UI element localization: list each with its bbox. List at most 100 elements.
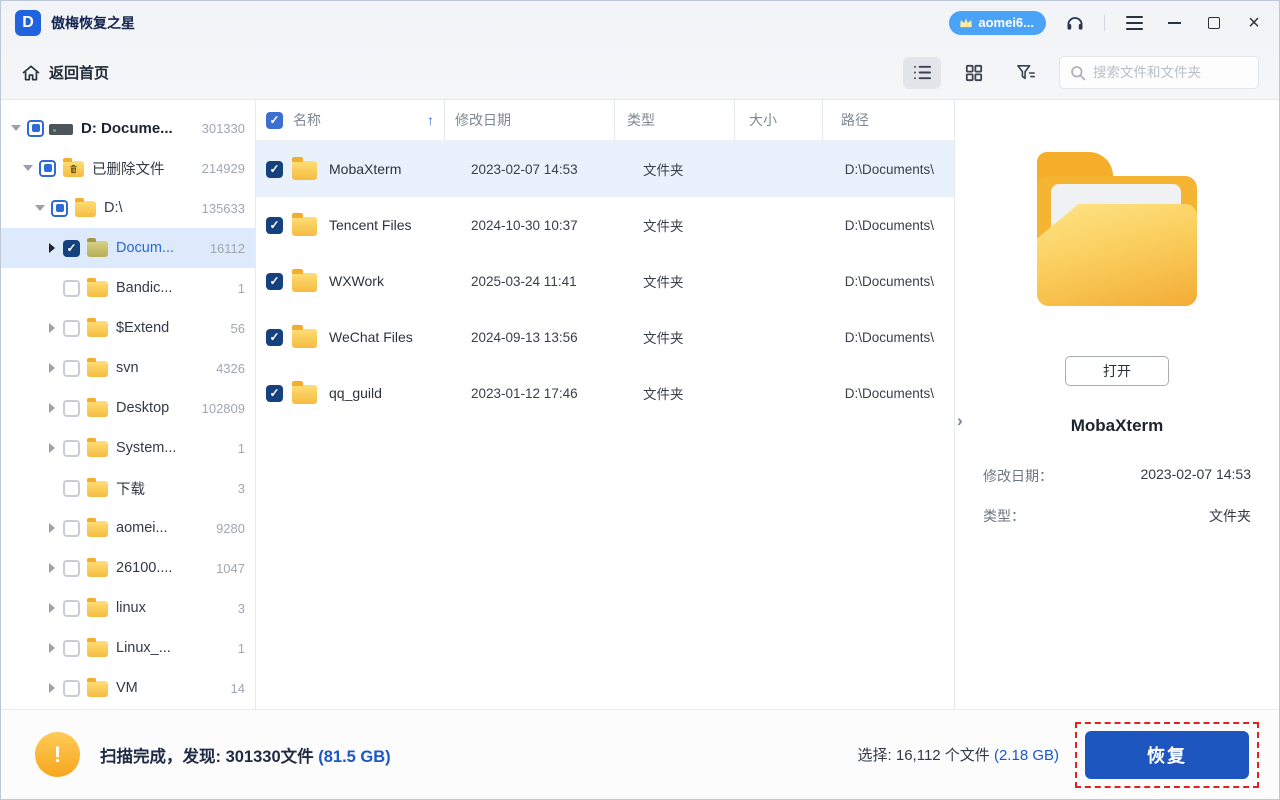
open-button[interactable]: 打开 <box>1065 356 1169 386</box>
grid-view-button[interactable] <box>955 57 993 89</box>
tree-item-count: 9280 <box>216 520 245 536</box>
app-logo-icon: D <box>15 10 41 36</box>
tree-item-linux[interactable]: linux 3 <box>1 588 255 628</box>
user-account-badge[interactable]: aomei6... <box>949 11 1046 35</box>
checkbox-unchecked[interactable] <box>63 599 80 617</box>
checkbox-unchecked[interactable] <box>63 279 80 297</box>
tree-item-deleted-files[interactable]: 已删除文件 214929 <box>1 148 255 188</box>
table-row-tencent-files[interactable]: Tencent Files 2024-10-30 10:37 文件夹 D:\Do… <box>256 197 954 253</box>
column-header-type[interactable]: 类型 <box>614 100 734 140</box>
file-table: 名称 ↑ 修改日期 类型 大小 路径 MobaXterm 2023-02-07 … <box>256 100 954 709</box>
panel-collapse-chevron-icon[interactable]: › <box>957 412 963 429</box>
checkbox-unchecked[interactable] <box>63 399 80 417</box>
expand-arrow-icon[interactable] <box>45 243 59 253</box>
folder-icon <box>292 380 317 404</box>
titlebar: D 傲梅恢复之星 aomei6... × <box>1 1 1279 45</box>
row-checkbox-checked[interactable] <box>266 272 283 290</box>
tree-item-aomei[interactable]: aomei... 9280 <box>1 508 255 548</box>
column-header-name[interactable]: 名称 <box>293 110 321 130</box>
tree-item-bandicam[interactable]: Bandic... 1 <box>1 268 255 308</box>
collapse-arrow-icon[interactable] <box>9 125 23 131</box>
table-row-wechat-files[interactable]: WeChat Files 2024-09-13 13:56 文件夹 D:\Doc… <box>256 309 954 365</box>
app-window: D 傲梅恢复之星 aomei6... × 返回首页 搜索文件和文件夹 D: Do… <box>0 0 1280 800</box>
expand-arrow-icon[interactable] <box>45 443 59 453</box>
row-checkbox-checked[interactable] <box>266 384 283 402</box>
checkbox-unchecked[interactable] <box>63 439 80 457</box>
tree-item-count: 1047 <box>216 560 245 576</box>
expand-arrow-icon[interactable] <box>45 323 59 333</box>
drive-icon <box>49 124 73 135</box>
row-checkbox-checked[interactable] <box>266 328 283 346</box>
tree-item-svn[interactable]: svn 4326 <box>1 348 255 388</box>
column-header-size[interactable]: 大小 <box>734 100 822 140</box>
checkbox-unchecked[interactable] <box>63 519 80 537</box>
collapse-arrow-icon[interactable] <box>21 165 35 171</box>
tree-item-linux-underscore[interactable]: Linux_... 1 <box>1 628 255 668</box>
select-all-checkbox[interactable] <box>266 111 283 129</box>
sort-ascending-icon[interactable]: ↑ <box>427 112 434 128</box>
expand-arrow-icon[interactable] <box>45 523 59 533</box>
tree-item-label: D:\ <box>104 200 123 216</box>
filter-button[interactable] <box>1007 57 1045 89</box>
maximize-button[interactable] <box>1203 12 1225 34</box>
table-row-mobaxterm[interactable]: MobaXterm 2023-02-07 14:53 文件夹 D:\Docume… <box>256 141 954 197</box>
checkbox-unchecked[interactable] <box>63 679 80 697</box>
file-path: D:\Documents\ <box>844 385 934 401</box>
search-box[interactable] <box>1059 56 1259 89</box>
support-headset-icon[interactable] <box>1064 12 1086 34</box>
tree-item-label: System... <box>116 440 177 456</box>
file-name: WeChat Files <box>329 329 413 345</box>
folder-icon <box>87 598 108 617</box>
tree-item-desktop[interactable]: Desktop 102809 <box>1 388 255 428</box>
list-view-button[interactable] <box>903 56 941 89</box>
search-input[interactable] <box>1093 65 1243 80</box>
collapse-arrow-icon[interactable] <box>33 205 47 211</box>
tree-item-extend[interactable]: $Extend 56 <box>1 308 255 348</box>
expand-arrow-icon[interactable] <box>45 363 59 373</box>
checkbox-unchecked[interactable] <box>63 319 80 337</box>
tree-item-documents[interactable]: Docum... 16112 <box>1 228 255 268</box>
checkbox-indeterminate[interactable] <box>27 119 44 137</box>
detail-row-modified-date: 修改日期： 2023-02-07 14:53 <box>983 466 1251 486</box>
file-date: 2024-10-30 10:37 <box>471 217 578 233</box>
tree-item-count: 1 <box>237 280 245 296</box>
expand-arrow-icon[interactable] <box>45 563 59 573</box>
minimize-button[interactable] <box>1163 12 1185 34</box>
tree-item-count: 3 <box>237 600 245 616</box>
expand-arrow-icon[interactable] <box>45 683 59 693</box>
checkbox-checked[interactable] <box>63 239 80 257</box>
checkbox-unchecked[interactable] <box>63 479 80 497</box>
tree-item-vm[interactable]: VM 14 <box>1 668 255 708</box>
close-button[interactable]: × <box>1243 12 1265 34</box>
file-name: Tencent Files <box>329 217 412 233</box>
row-checkbox-checked[interactable] <box>266 216 283 234</box>
back-home-label: 返回首页 <box>49 65 110 82</box>
expand-arrow-icon[interactable] <box>45 603 59 613</box>
checkbox-unchecked[interactable] <box>63 359 80 377</box>
tree-item-count: 102809 <box>201 400 245 416</box>
tree-item-system[interactable]: System... 1 <box>1 428 255 468</box>
expand-arrow-icon[interactable] <box>45 643 59 653</box>
checkbox-indeterminate[interactable] <box>51 199 68 217</box>
checkbox-unchecked[interactable] <box>63 559 80 577</box>
row-checkbox-checked[interactable] <box>266 160 283 178</box>
checkbox-indeterminate[interactable] <box>39 159 56 177</box>
tree-item-drive-d[interactable]: D: Docume... 301330 <box>1 108 255 148</box>
file-name: qq_guild <box>329 385 382 401</box>
column-header-path[interactable]: 路径 <box>822 100 954 140</box>
column-header-date[interactable]: 修改日期 <box>444 100 614 140</box>
table-row-wxwork[interactable]: WXWork 2025-03-24 11:41 文件夹 D:\Documents… <box>256 253 954 309</box>
toolbar: 返回首页 <box>1 45 1279 100</box>
home-icon <box>22 64 40 80</box>
checkbox-unchecked[interactable] <box>63 639 80 657</box>
table-row-qq-guild[interactable]: qq_guild 2023-01-12 17:46 文件夹 D:\Documen… <box>256 365 954 421</box>
back-home-button[interactable]: 返回首页 <box>21 62 109 83</box>
expand-arrow-icon[interactable] <box>45 403 59 413</box>
tree-item-count: 4326 <box>216 360 245 376</box>
tree-item-d-root[interactable]: D:\ 135633 <box>1 188 255 228</box>
tree-item-downloads[interactable]: 下载 3 <box>1 468 255 508</box>
tree-item-26100[interactable]: 26100.... 1047 <box>1 548 255 588</box>
recover-button[interactable]: 恢复 <box>1085 730 1249 779</box>
menu-hamburger-icon[interactable] <box>1123 12 1145 34</box>
tree-item-count: 214929 <box>201 160 245 176</box>
